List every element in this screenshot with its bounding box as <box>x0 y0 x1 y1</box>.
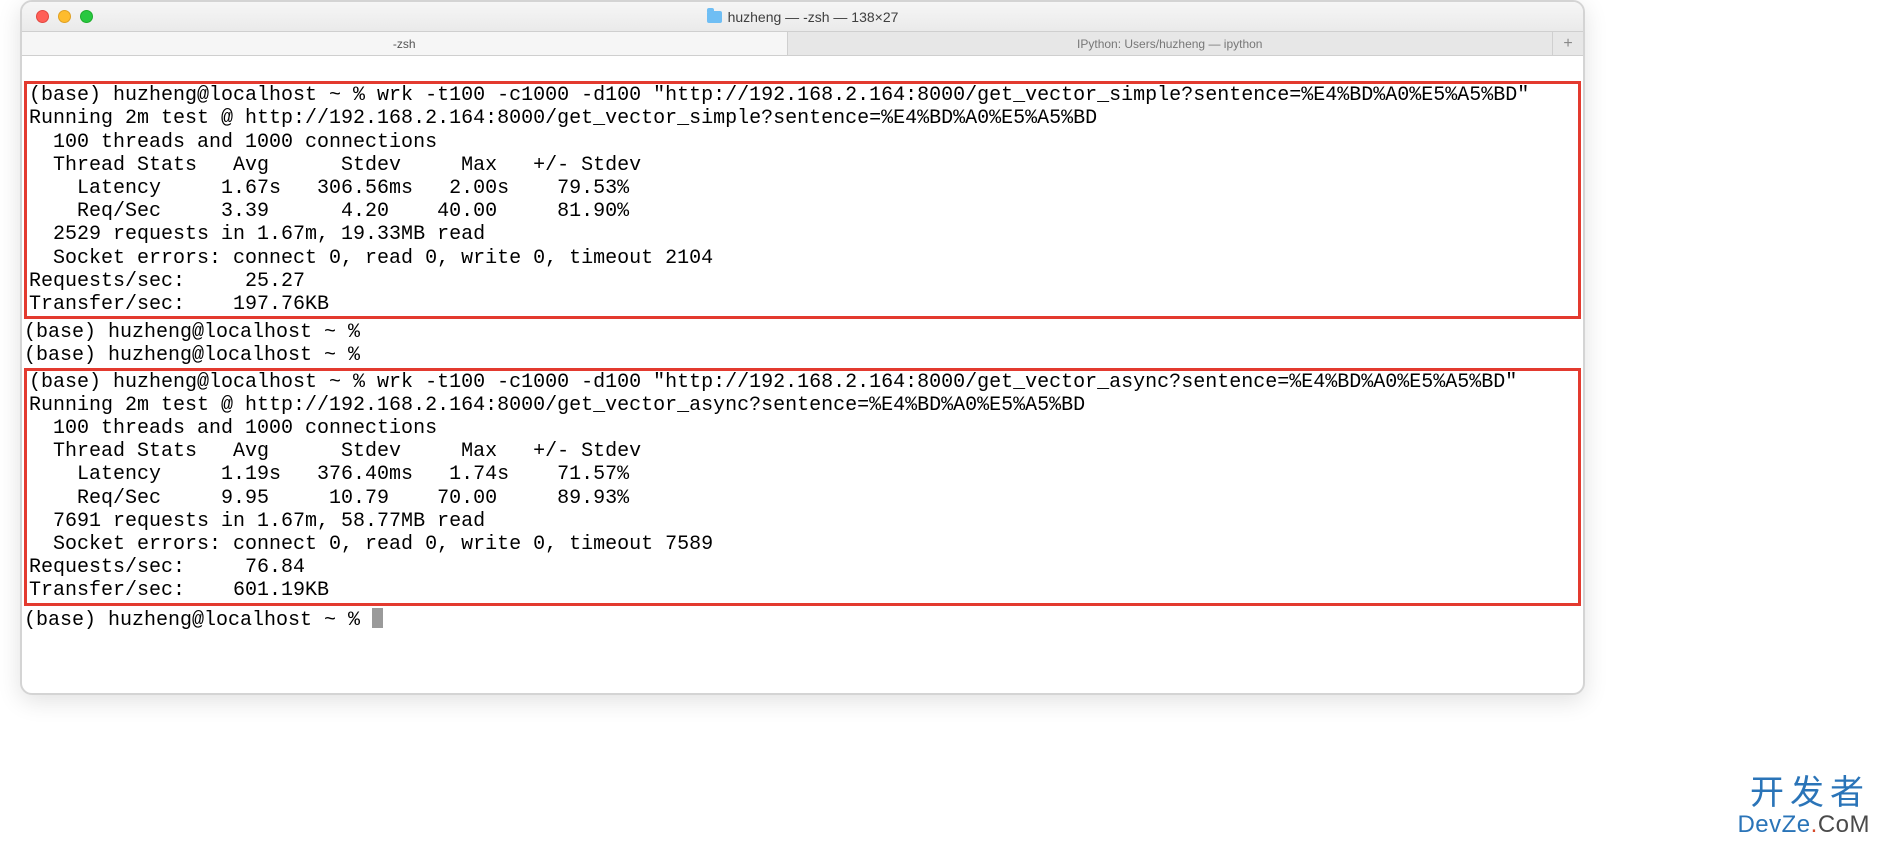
term-line: Thread Stats Avg Stdev Max +/- Stdev <box>29 154 641 177</box>
highlight-box-1: (base) huzheng@localhost ~ % wrk -t100 -… <box>24 81 1581 319</box>
term-line: Requests/sec: 25.27 <box>29 270 305 293</box>
term-line: Transfer/sec: 197.76KB <box>29 293 329 316</box>
term-line: Req/Sec 9.95 10.79 70.00 89.93% <box>29 487 629 510</box>
minimize-icon[interactable] <box>58 10 71 23</box>
folder-icon <box>707 11 722 23</box>
tab-bar: -zsh IPython: Users/huzheng — ipython + <box>22 32 1583 56</box>
title-bar: huzheng — -zsh — 138×27 <box>22 2 1583 32</box>
term-line: 100 threads and 1000 connections <box>29 417 437 440</box>
term-line: (base) huzheng@localhost ~ % wrk -t100 -… <box>29 371 1517 394</box>
tab-zsh[interactable]: -zsh <box>22 32 788 55</box>
terminal-window: huzheng — -zsh — 138×27 -zsh IPython: Us… <box>20 0 1585 695</box>
term-line: Transfer/sec: 601.19KB <box>29 579 329 602</box>
tab-label: -zsh <box>393 37 416 51</box>
cursor-icon <box>372 608 383 628</box>
term-line: Thread Stats Avg Stdev Max +/- Stdev <box>29 440 641 463</box>
watermark: 开发者 DevZe.CoM <box>1737 776 1870 837</box>
term-line: 100 threads and 1000 connections <box>29 131 437 154</box>
watermark-line1: 开发者 <box>1737 776 1870 812</box>
window-title-text: huzheng — -zsh — 138×27 <box>728 9 899 25</box>
maximize-icon[interactable] <box>80 10 93 23</box>
term-line: Req/Sec 3.39 4.20 40.00 81.90% <box>29 200 629 223</box>
tab-ipython[interactable]: IPython: Users/huzheng — ipython <box>788 32 1554 55</box>
plus-icon: + <box>1563 35 1572 53</box>
traffic-lights <box>36 10 93 23</box>
term-line: (base) huzheng@localhost ~ % wrk -t100 -… <box>29 84 1529 107</box>
term-line: (base) huzheng@localhost ~ % <box>24 321 372 344</box>
term-line: Socket errors: connect 0, read 0, write … <box>29 533 713 556</box>
close-icon[interactable] <box>36 10 49 23</box>
term-line: Requests/sec: 76.84 <box>29 556 305 579</box>
term-line: Latency 1.19s 376.40ms 1.74s 71.57% <box>29 463 629 486</box>
term-line: 2529 requests in 1.67m, 19.33MB read <box>29 223 485 246</box>
term-line: (base) huzheng@localhost ~ % <box>24 344 372 367</box>
highlight-box-2: (base) huzheng@localhost ~ % wrk -t100 -… <box>24 368 1581 606</box>
term-line: Latency 1.67s 306.56ms 2.00s 79.53% <box>29 177 629 200</box>
watermark-line2: DevZe.CoM <box>1737 812 1870 837</box>
term-line: Running 2m test @ http://192.168.2.164:8… <box>29 394 1085 417</box>
term-line: Socket errors: connect 0, read 0, write … <box>29 247 713 270</box>
term-line: (base) huzheng@localhost ~ % <box>24 609 372 632</box>
window-title: huzheng — -zsh — 138×27 <box>22 9 1583 25</box>
terminal-content[interactable]: (base) huzheng@localhost ~ % wrk -t100 -… <box>22 56 1583 657</box>
term-line: Running 2m test @ http://192.168.2.164:8… <box>29 107 1097 130</box>
term-line: 7691 requests in 1.67m, 58.77MB read <box>29 510 485 533</box>
new-tab-button[interactable]: + <box>1553 32 1583 55</box>
tab-label: IPython: Users/huzheng — ipython <box>1077 37 1262 51</box>
